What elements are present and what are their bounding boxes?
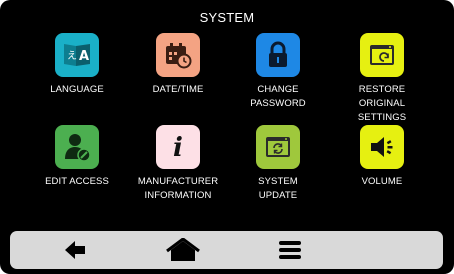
volume-tile[interactable]: VOLUME — [334, 125, 430, 189]
system-update-tile[interactable]: SYSTEM UPDATE — [230, 125, 326, 203]
change-password-label: CHANGE PASSWORD — [250, 84, 306, 109]
menu-button[interactable] — [265, 231, 315, 269]
back-button[interactable] — [50, 231, 100, 269]
language-label: LANGUAGE — [50, 84, 104, 95]
change-password-tile[interactable]: CHANGE PASSWORD — [230, 33, 326, 111]
restore-settings-label: RESTORE ORIGINAL SETTINGS — [357, 84, 407, 123]
page-title: SYSTEM — [199, 10, 255, 25]
date-time-label: DATE/TIME — [152, 84, 204, 95]
padlock-icon — [256, 33, 300, 77]
manufacturer-information-tile[interactable]: i MANUFACTURER INFORMATION — [130, 125, 226, 203]
language-icon: え A — [55, 33, 99, 77]
user-edit-icon — [55, 125, 99, 169]
manufacturer-information-label: MANUFACTURER INFORMATION — [137, 176, 219, 201]
home-icon — [166, 238, 200, 261]
volume-label: VOLUME — [361, 176, 403, 187]
restore-window-icon — [360, 33, 404, 77]
menu-icon — [279, 241, 301, 259]
language-tile[interactable]: え A LANGUAGE — [29, 33, 125, 97]
svg-text:A: A — [79, 49, 89, 64]
svg-text:i: i — [173, 133, 183, 162]
system-update-label: SYSTEM UPDATE — [258, 176, 298, 201]
edit-access-tile[interactable]: EDIT ACCESS — [29, 125, 125, 189]
update-window-icon — [256, 125, 300, 169]
restore-settings-tile[interactable]: RESTORE ORIGINAL SETTINGS — [334, 33, 430, 125]
svg-text:え: え — [67, 50, 77, 62]
date-time-tile[interactable]: DATE/TIME — [130, 33, 226, 97]
info-icon: i — [156, 125, 200, 169]
speaker-icon — [360, 125, 404, 169]
system-screen: SYSTEM え A LANGUAGE DATE/TIME CHANGE PAS… — [0, 0, 454, 274]
back-arrow-icon — [65, 241, 85, 259]
bottom-navigation-bar — [10, 231, 443, 269]
calendar-clock-icon — [156, 33, 200, 77]
edit-access-label: EDIT ACCESS — [45, 176, 109, 187]
home-button[interactable] — [158, 231, 208, 269]
